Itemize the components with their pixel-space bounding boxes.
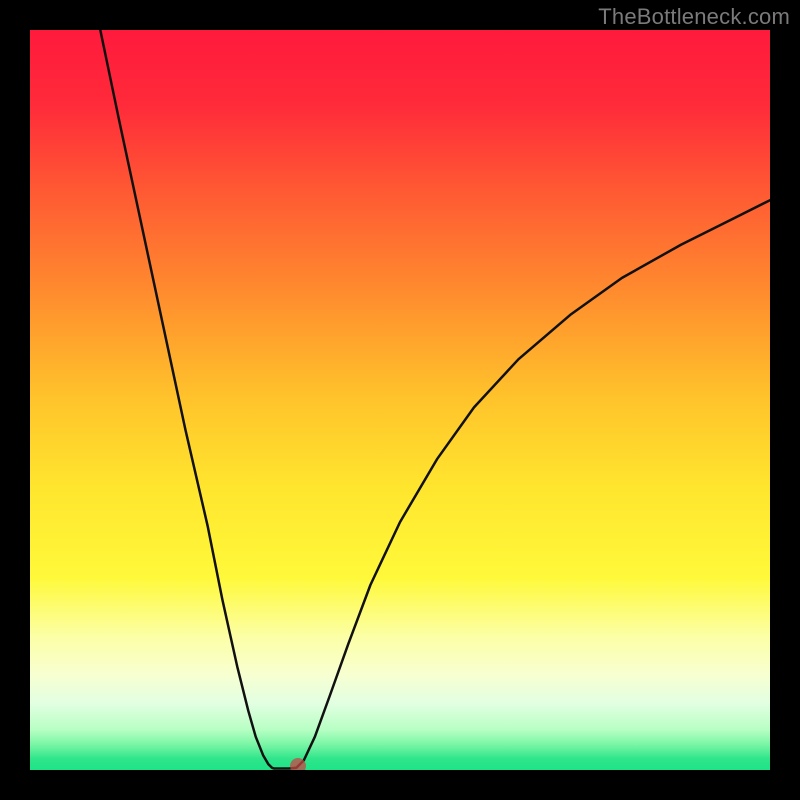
chart-frame: TheBottleneck.com	[0, 0, 800, 800]
watermark-text: TheBottleneck.com	[598, 4, 790, 30]
curve	[30, 30, 770, 770]
plot-area	[30, 30, 770, 770]
minimum-marker	[290, 758, 306, 770]
